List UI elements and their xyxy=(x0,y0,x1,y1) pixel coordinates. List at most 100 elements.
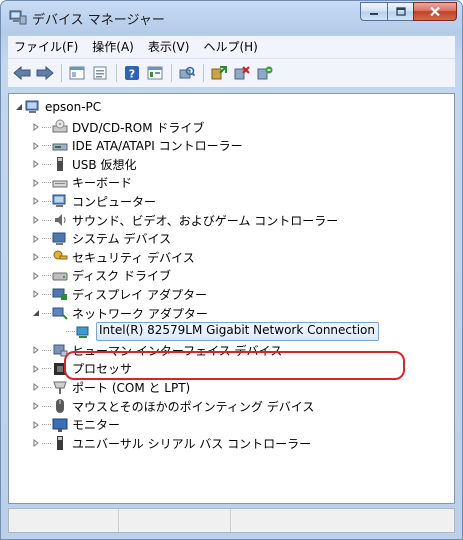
tree-connector xyxy=(42,312,51,314)
tree-category-item[interactable]: DVD/CD-ROM ドライブ xyxy=(31,117,204,137)
tree-item-label: セキュリティ デバイス xyxy=(72,250,195,265)
expand-arrow-icon[interactable] xyxy=(31,215,41,225)
toolbar: ? xyxy=(8,59,455,87)
tree-root[interactable]: epson-PC xyxy=(14,97,101,117)
expand-arrow-icon[interactable] xyxy=(31,141,41,151)
show-hide-tree-button[interactable] xyxy=(67,63,87,83)
tree-category-item[interactable]: USB 仮想化 xyxy=(31,154,136,174)
tree-child-item[interactable]: Intel(R) 82579LM Gigabit Network Connect… xyxy=(66,322,379,342)
minimize-icon xyxy=(370,12,378,15)
tree-category-item[interactable]: モニター xyxy=(31,415,120,435)
toolbar-separator xyxy=(61,64,62,82)
tree-connector xyxy=(66,331,75,333)
show-hide-tree-icon xyxy=(69,66,85,80)
help-icon: ? xyxy=(125,66,139,81)
usb-icon xyxy=(52,156,68,172)
maximize-button[interactable] xyxy=(387,2,413,21)
disable-device-icon xyxy=(257,66,273,80)
tree-connector xyxy=(42,275,51,277)
disable-device-button[interactable] xyxy=(255,63,275,83)
collapse-arrow-icon[interactable] xyxy=(14,102,24,112)
expand-arrow-icon[interactable] xyxy=(31,364,41,374)
tree-connector xyxy=(42,442,51,444)
close-button[interactable] xyxy=(413,2,457,21)
expand-arrow-icon[interactable] xyxy=(31,345,41,355)
tree-category-item[interactable]: マウスとそのほかのポインティング デバイス xyxy=(31,396,314,416)
tree-item-label: Intel(R) 82579LM Gigabit Network Connect… xyxy=(96,322,379,342)
title-bar[interactable]: デバイス マネージャー xyxy=(1,1,462,33)
update-driver-button[interactable] xyxy=(209,63,229,83)
menu-view[interactable]: 表示(V) xyxy=(141,37,197,57)
tree-category-item[interactable]: IDE ATA/ATAPI コントローラー xyxy=(31,136,243,156)
properties-button[interactable] xyxy=(90,63,110,83)
update-driver-icon xyxy=(211,66,227,80)
security-device-icon xyxy=(52,249,68,265)
tree-item-label: コンピューター xyxy=(72,194,157,209)
expand-arrow-icon[interactable] xyxy=(31,271,41,281)
tree-item-label: モニター xyxy=(72,418,121,433)
system-device-icon xyxy=(52,231,68,247)
tree-root-label: epson-PC xyxy=(45,100,102,114)
forward-button[interactable] xyxy=(35,63,55,83)
properties-icon xyxy=(93,66,107,80)
tree-connector xyxy=(42,145,51,147)
expand-arrow-icon[interactable] xyxy=(31,382,41,392)
keyboard-icon xyxy=(52,175,68,191)
expand-arrow-icon[interactable] xyxy=(31,420,41,430)
status-panel xyxy=(231,509,454,532)
expand-arrow-icon[interactable] xyxy=(31,252,41,262)
status-bar xyxy=(8,508,455,533)
ide-controller-icon xyxy=(52,138,68,154)
tree-connector xyxy=(42,219,51,221)
tree-connector xyxy=(42,368,51,370)
tree-category-item[interactable]: ディスク ドライブ xyxy=(31,266,171,286)
tree-connector xyxy=(42,238,51,240)
tree-category-item[interactable]: システム デバイス xyxy=(31,229,171,249)
tree-connector xyxy=(42,349,51,351)
expand-arrow-icon[interactable] xyxy=(31,401,41,411)
help-button[interactable]: ? xyxy=(122,63,142,83)
expand-arrow-icon[interactable] xyxy=(31,178,41,188)
window-title: デバイス マネージャー xyxy=(32,13,165,28)
device-manager-app-icon xyxy=(9,9,27,25)
expand-arrow-icon[interactable] xyxy=(31,234,41,244)
menu-file[interactable]: ファイル(F) xyxy=(8,37,85,57)
expand-arrow-icon[interactable] xyxy=(31,438,41,448)
tree-category-item[interactable]: ユニバーサル シリアル バス コントローラー xyxy=(31,433,311,453)
back-button[interactable] xyxy=(12,63,32,83)
tree-connector xyxy=(42,405,51,407)
tree-category-item[interactable]: コンピューター xyxy=(31,191,156,211)
forward-icon xyxy=(36,66,54,80)
tree-category-item[interactable]: ポート (COM と LPT) xyxy=(31,377,190,397)
scan-hardware-button[interactable] xyxy=(177,63,197,83)
tree-category-item[interactable]: サウンド、ビデオ、およびゲーム コントローラー xyxy=(31,210,338,230)
expand-arrow-icon[interactable] xyxy=(31,159,41,169)
tree-category-item[interactable]: セキュリティ デバイス xyxy=(31,247,195,267)
expand-arrow-icon[interactable] xyxy=(31,196,41,206)
expand-arrow-icon[interactable] xyxy=(31,122,41,132)
tree-category-item[interactable]: ネットワーク アダプター xyxy=(31,303,208,323)
tree-category-item[interactable]: キーボード xyxy=(31,173,132,193)
tree-category-item[interactable]: ディスプレイ アダプター xyxy=(31,284,207,304)
tree-item-label: ディスク ドライブ xyxy=(72,269,171,284)
menu-action[interactable]: 操作(A) xyxy=(85,37,141,57)
tree-item-label: DVD/CD-ROM ドライブ xyxy=(72,120,205,135)
uninstall-device-button[interactable] xyxy=(232,63,252,83)
usb-controller-icon xyxy=(52,435,68,451)
svg-text:?: ? xyxy=(129,68,135,81)
menu-help[interactable]: ヘルプ(H) xyxy=(196,37,264,57)
view-button[interactable] xyxy=(145,63,165,83)
tree-connector xyxy=(42,256,51,258)
monitor-icon xyxy=(52,417,68,433)
collapse-arrow-icon[interactable] xyxy=(31,308,41,318)
scan-hardware-icon xyxy=(179,66,195,79)
expand-arrow-icon[interactable] xyxy=(31,289,41,299)
tree-connector xyxy=(42,200,51,202)
tree-item-label: ネットワーク アダプター xyxy=(72,306,208,321)
tree-connector xyxy=(42,163,51,165)
tree-connector xyxy=(42,424,51,426)
device-tree[interactable]: epson-PC DVD/CD-ROM ドライブ IDE ATA/ATAPI コン… xyxy=(8,93,455,504)
computer-icon xyxy=(25,99,41,115)
minimize-button[interactable] xyxy=(360,2,387,21)
tree-item-label: システム デバイス xyxy=(72,232,172,247)
